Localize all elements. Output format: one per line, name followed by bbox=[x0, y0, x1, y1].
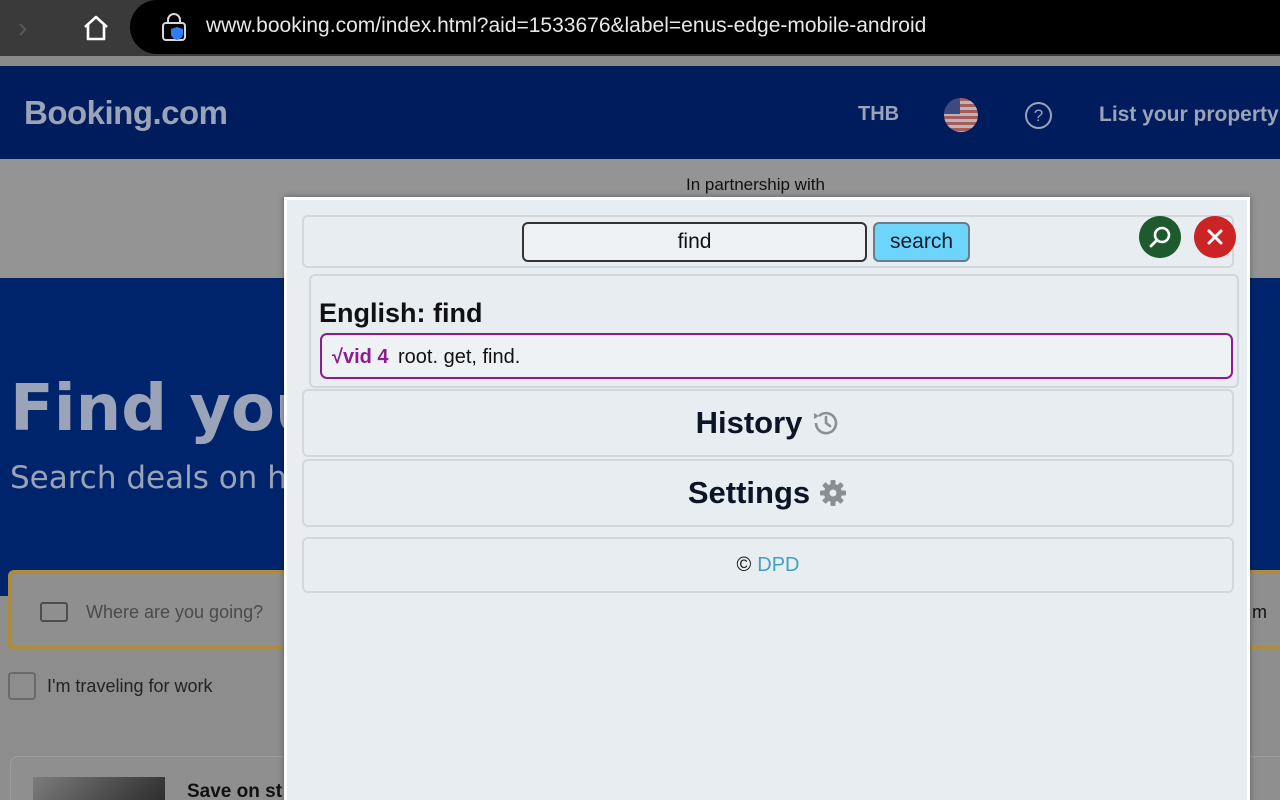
forward-arrow-icon[interactable]: › bbox=[18, 12, 46, 44]
settings-label: Settings bbox=[687, 475, 811, 510]
bed-icon bbox=[40, 602, 68, 622]
destination-placeholder[interactable]: Where are you going? bbox=[86, 602, 263, 623]
result-panel: English: find √vid 4 root. get, find. bbox=[309, 274, 1239, 388]
lock-icon[interactable] bbox=[160, 12, 188, 42]
popup-search-input[interactable] bbox=[522, 222, 867, 262]
entry-root[interactable]: √vid 4 bbox=[332, 346, 389, 369]
address-bar-url[interactable]: www.booking.com/index.html?aid=1533676&l… bbox=[206, 14, 926, 38]
magnifier-icon[interactable] bbox=[1139, 216, 1181, 258]
settings-button[interactable]: Settings bbox=[302, 459, 1234, 527]
search-trailing-text: m bbox=[1252, 602, 1267, 622]
result-entry: √vid 4 root. get, find. bbox=[320, 333, 1233, 379]
result-heading: English: find bbox=[319, 298, 483, 328]
dictionary-popup: search English: find √vid 4 root. get, f… bbox=[284, 197, 1250, 800]
promo-image bbox=[33, 777, 165, 800]
work-travel-checkbox[interactable] bbox=[8, 672, 36, 700]
promo-title: Save on st bbox=[187, 781, 283, 800]
history-icon bbox=[814, 411, 838, 435]
history-button[interactable]: History bbox=[302, 389, 1234, 457]
booking-header: Booking.com THB ? List your property bbox=[0, 66, 1280, 159]
booking-logo[interactable]: Booking.com bbox=[24, 94, 228, 132]
currency-selector[interactable]: THB bbox=[858, 103, 899, 126]
help-icon[interactable]: ? bbox=[1025, 102, 1052, 129]
us-flag-icon[interactable] bbox=[944, 98, 978, 132]
credit-row: © DPD bbox=[302, 537, 1234, 593]
close-icon[interactable] bbox=[1194, 216, 1236, 258]
partnership-text: In partnership with bbox=[686, 175, 825, 194]
hero-subtitle: Search deals on h bbox=[10, 460, 287, 496]
entry-definition: root. get, find. bbox=[398, 346, 521, 368]
dpd-link[interactable]: DPD bbox=[757, 554, 799, 577]
copyright-symbol: © bbox=[736, 553, 752, 576]
home-icon[interactable] bbox=[80, 12, 112, 44]
list-your-property-link[interactable]: List your property bbox=[1099, 103, 1279, 127]
hero-title: Find you bbox=[10, 372, 321, 446]
history-label: History bbox=[695, 405, 803, 440]
work-travel-label: I'm traveling for work bbox=[47, 676, 213, 696]
popup-search-button[interactable]: search bbox=[873, 222, 970, 262]
popup-search-bar: search bbox=[302, 215, 1234, 268]
gear-icon bbox=[820, 480, 847, 506]
